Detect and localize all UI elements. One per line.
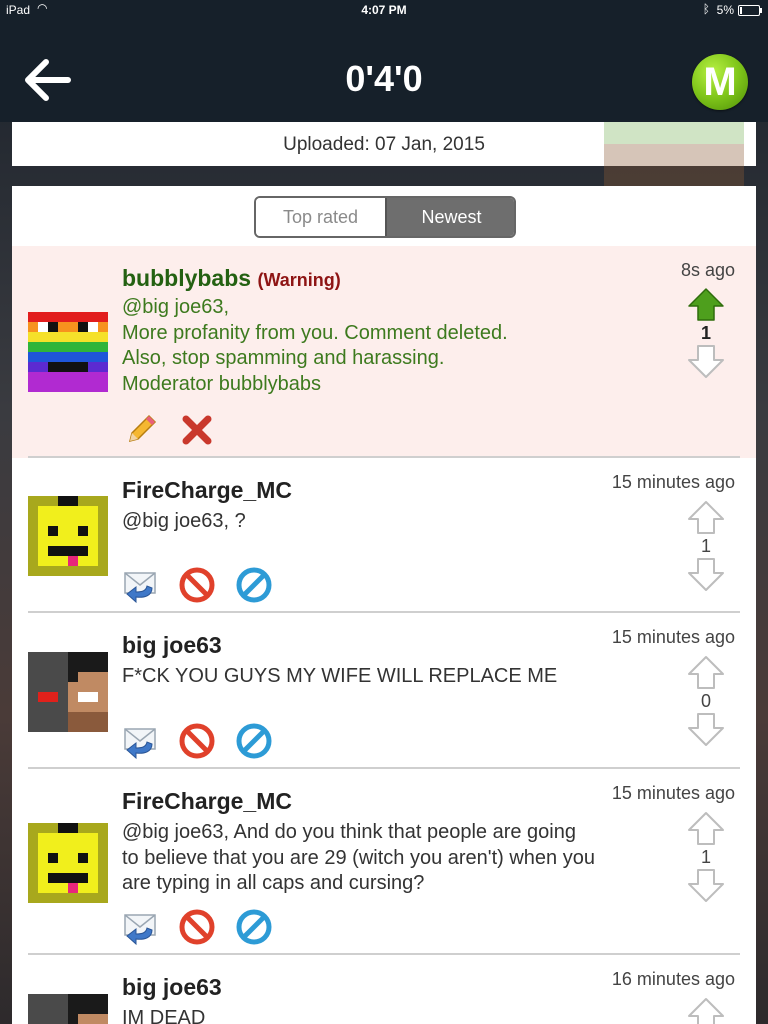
report-icon[interactable]: [178, 722, 216, 760]
vote-controls: 0: [686, 654, 726, 748]
comment-line: @big joe63,: [122, 296, 230, 318]
comment-time: 8s ago: [680, 260, 735, 280]
comment-time: 15 minutes ago: [611, 783, 735, 803]
comment-item: big joe63 16 minutes ago IM DEAD: [12, 955, 756, 1024]
pencil-icon[interactable]: [122, 411, 160, 449]
reply-icon[interactable]: [122, 566, 160, 604]
comment-line: are typing in all caps and cursing?: [122, 872, 425, 894]
comment-line: to believe that you are 29 (witch you ar…: [122, 846, 595, 869]
logo-button[interactable]: M: [692, 54, 748, 110]
vote-score: 0: [700, 691, 711, 711]
comment-actions: [122, 566, 287, 604]
block-icon[interactable]: [235, 722, 273, 760]
tab-top-rated[interactable]: Top rated: [256, 198, 385, 236]
avatar[interactable]: [28, 994, 108, 1024]
sort-segmented-control: Top rated Newest: [254, 196, 516, 238]
comment-body: @big joe63, ?: [122, 509, 652, 535]
downvote-icon[interactable]: [686, 557, 726, 593]
avatar[interactable]: [28, 496, 108, 576]
downvote-icon[interactable]: [686, 344, 726, 380]
comment-line: IM DEAD: [122, 1007, 206, 1024]
comment-body: IM DEAD: [122, 1006, 652, 1024]
comment-line: F*CK YOU GUYS MY WIFE WILL REPLACE ME: [122, 665, 558, 687]
block-icon[interactable]: [235, 908, 273, 946]
comment-author[interactable]: bubblybabs (Warning): [122, 265, 341, 292]
tab-newest[interactable]: Newest: [385, 198, 514, 236]
bluetooth-icon: ᛒ: [702, 2, 710, 16]
delete-icon[interactable]: [178, 411, 216, 449]
comment-body: F*CK YOU GUYS MY WIFE WILL REPLACE ME: [122, 664, 652, 690]
vote-score: 1: [700, 536, 711, 556]
comment-actions: [122, 722, 287, 760]
comment-author[interactable]: big joe63: [122, 974, 222, 1001]
vote-controls: [686, 996, 726, 1024]
status-time: 4:07 PM: [361, 3, 407, 17]
status-bar: iPad ◠ 4:07 PM ᛒ 5%: [0, 0, 768, 20]
comment-time: 15 minutes ago: [611, 472, 735, 492]
comment-item: bubblybabs (Warning) 8s ago @big joe63, …: [12, 246, 756, 458]
comment-item: big joe63 15 minutes ago F*CK YOU GUYS M…: [12, 613, 756, 769]
comment-body: @big joe63, And do you think that people…: [122, 820, 652, 897]
comment-item: FireCharge_MC 15 minutes ago @big joe63,…: [12, 769, 756, 955]
comment-line: @big joe63, ?: [122, 510, 246, 532]
downvote-icon[interactable]: [686, 868, 726, 904]
reply-icon[interactable]: [122, 908, 160, 946]
author-name: bubblybabs: [122, 265, 252, 291]
comments-panel: Top rated Newest bubblybabs (Warning) 8s…: [12, 186, 756, 1024]
comment-time: 15 minutes ago: [611, 627, 735, 647]
comment-line: @big joe63, And do you think that people…: [122, 821, 576, 843]
avatar[interactable]: [28, 652, 108, 732]
upvote-icon[interactable]: [686, 286, 726, 322]
comment-author[interactable]: FireCharge_MC: [122, 477, 292, 504]
comment-line: Also, stop spamming and harassing.: [122, 347, 445, 369]
upvote-icon[interactable]: [686, 996, 726, 1024]
comment-author[interactable]: FireCharge_MC: [122, 788, 292, 815]
comment-item: FireCharge_MC 15 minutes ago @big joe63,…: [12, 458, 756, 613]
vote-score: 1: [700, 847, 711, 867]
comment-line: More profanity from you. Comment deleted…: [122, 321, 508, 344]
comment-actions: [122, 411, 230, 449]
upvote-icon[interactable]: [686, 810, 726, 846]
downvote-icon[interactable]: [686, 712, 726, 748]
comment-time: 16 minutes ago: [611, 969, 735, 989]
battery-icon: [738, 5, 762, 16]
page-title: 0'4'0: [345, 58, 423, 99]
upvote-icon[interactable]: [686, 654, 726, 690]
reply-icon[interactable]: [122, 722, 160, 760]
upvote-icon[interactable]: [686, 499, 726, 535]
vote-controls: 1: [686, 810, 726, 904]
comment-author[interactable]: big joe63: [122, 632, 222, 659]
avatar[interactable]: [28, 823, 108, 903]
battery-percent: 5%: [716, 3, 734, 17]
vote-controls: 1: [686, 286, 726, 380]
nav-bar: 0'4'0 M: [0, 20, 768, 122]
avatar[interactable]: [28, 312, 108, 392]
report-icon[interactable]: [178, 908, 216, 946]
warning-tag: (Warning): [257, 270, 341, 290]
vote-controls: 1: [686, 499, 726, 593]
comment-body: @big joe63, More profanity from you. Com…: [122, 295, 652, 397]
report-icon[interactable]: [178, 566, 216, 604]
vote-score: 1: [700, 323, 711, 343]
block-icon[interactable]: [235, 566, 273, 604]
comment-line: Moderator bubblybabs: [122, 372, 322, 395]
comment-actions: [122, 908, 287, 946]
